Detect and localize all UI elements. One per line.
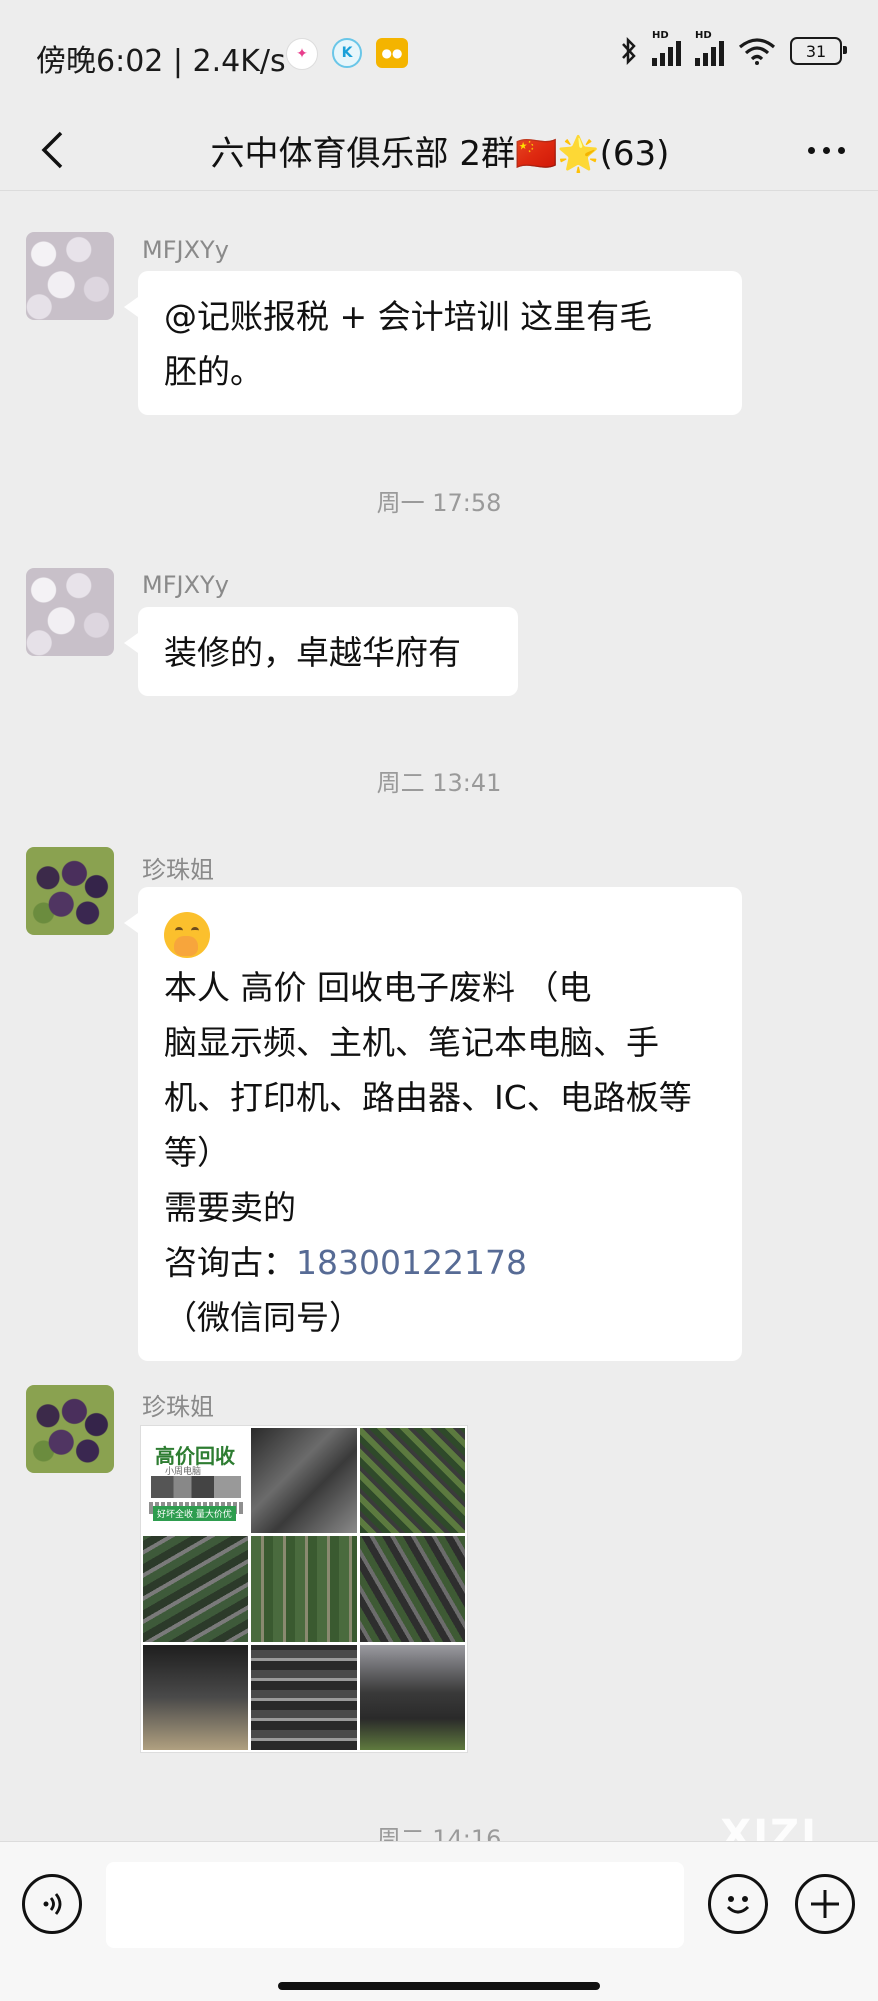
photo-thumbnail[interactable]	[251, 1428, 357, 1534]
smiley-icon	[726, 1896, 750, 1914]
app-icon-game: ●●	[376, 38, 408, 68]
message-input[interactable]	[106, 1862, 684, 1948]
message-line: 装修的，卓越华府有	[164, 633, 461, 672]
status-bar: 傍晚6:02 | 2.4K/s ✦ K ●● HD HD 31	[0, 0, 878, 110]
time-divider: 周一 17:58	[376, 489, 502, 517]
message-bubble[interactable]: 装修的，卓越华府有	[124, 607, 518, 696]
contact-prefix: 咨询古：	[164, 1243, 296, 1282]
voice-icon	[43, 1893, 62, 1915]
message-line: 等）	[164, 1133, 230, 1172]
photo-thumbnail[interactable]	[251, 1536, 357, 1642]
chevron-left-icon	[41, 131, 63, 169]
chat-message-list[interactable]: MFJXYy @记账报税 + 会计培训 这里有毛 胚的。 周一 17:58 MF…	[0, 191, 878, 1841]
bluetooth-icon	[622, 36, 636, 66]
message-line: 本人 高价 回收电子废料 （电	[164, 968, 592, 1007]
sender-name: 珍珠姐	[142, 1393, 214, 1421]
wifi-icon	[738, 38, 776, 65]
photo-thumbnail[interactable]	[359, 1428, 465, 1534]
more-dot-icon	[837, 146, 845, 154]
phone-link[interactable]: 18300122178	[296, 1243, 527, 1282]
photo-thumbnail[interactable]	[359, 1644, 465, 1750]
avatar[interactable]	[26, 568, 114, 656]
signal-icon-1: HD	[652, 30, 681, 66]
status-time: 傍晚6:02 | 2.4K/s	[36, 44, 286, 79]
emoji-button[interactable]	[708, 1874, 768, 1934]
message-line: 胚的。	[164, 352, 263, 391]
more-button[interactable]	[796, 120, 856, 180]
image-message-grid[interactable]: 高价回收 小周电脑 好坏全收 量大价优	[140, 1425, 468, 1753]
signal-icon-2: HD	[695, 30, 724, 66]
more-dot-icon	[807, 146, 815, 154]
more-dot-icon	[822, 146, 830, 154]
recycling-ad-image[interactable]: 高价回收 小周电脑 好坏全收 量大价优	[143, 1428, 249, 1534]
message-line	[164, 905, 716, 960]
status-app-icons: ✦ K ●●	[286, 38, 408, 70]
avatar[interactable]	[26, 1385, 114, 1473]
home-indicator[interactable]	[278, 1982, 600, 1990]
avatar[interactable]	[26, 232, 114, 320]
sender-name: 珍珠姐	[142, 856, 214, 884]
plus-icon	[811, 1890, 839, 1918]
status-right: HD HD 31	[620, 30, 847, 66]
message-line: 脑显示频、主机、笔记本电脑、手	[164, 1023, 659, 1062]
photo-thumbnail[interactable]	[251, 1644, 357, 1750]
message-bubble[interactable]: @记账报税 + 会计培训 这里有毛 胚的。	[124, 271, 742, 415]
sender-name: MFJXYy	[142, 571, 229, 599]
app-icon-k: K	[332, 38, 362, 68]
more-actions-button[interactable]	[795, 1874, 855, 1934]
time-divider: 周二 13:41	[376, 769, 502, 797]
voice-button[interactable]	[22, 1874, 82, 1934]
message-line: 咨询古：18300122178	[164, 1235, 716, 1290]
message-line: 需要卖的	[164, 1188, 296, 1227]
chat-title: 六中体育俱乐部 2群🇨🇳🌟(63)	[210, 134, 670, 174]
sender-name: MFJXYy	[142, 236, 229, 264]
chat-header: 六中体育俱乐部 2群🇨🇳🌟(63)	[0, 110, 878, 191]
photo-thumbnail[interactable]	[359, 1536, 465, 1642]
message-line: （微信同号）	[164, 1298, 362, 1337]
message-bubble[interactable]: 本人 高价 回收电子废料 （电 脑显示频、主机、笔记本电脑、手 机、打印机、路由…	[124, 887, 742, 1361]
avatar[interactable]	[26, 847, 114, 935]
shush-face-emoji	[164, 911, 210, 958]
input-bar	[0, 1841, 878, 2001]
message-line: 机、打印机、路由器、IC、电路板等	[164, 1078, 692, 1117]
photo-thumbnail[interactable]	[143, 1644, 249, 1750]
app-icon-a: ✦	[286, 38, 318, 70]
battery-icon: 31	[790, 37, 847, 65]
photo-thumbnail[interactable]	[143, 1536, 249, 1642]
message-line: @记账报税 + 会计培训 这里有毛	[164, 297, 653, 336]
back-button[interactable]	[22, 120, 82, 180]
